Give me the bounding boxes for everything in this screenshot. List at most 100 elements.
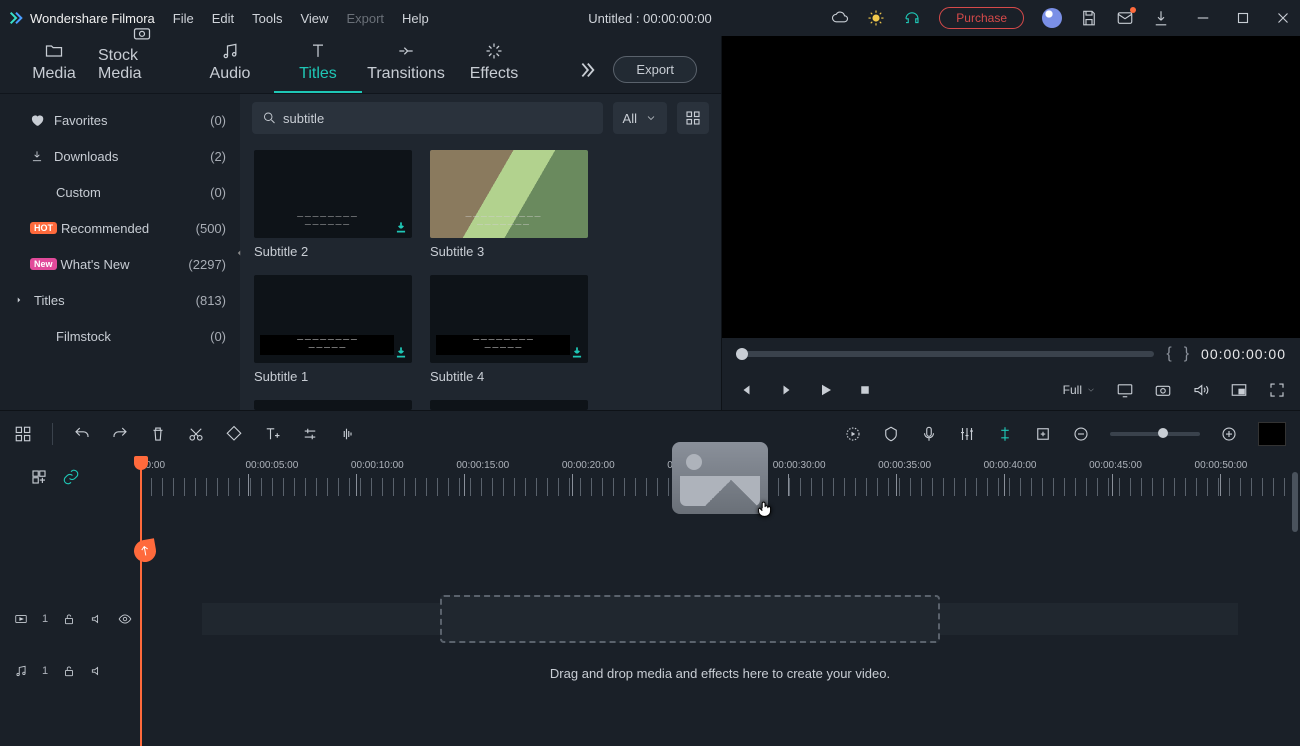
cut-icon[interactable] [187, 425, 205, 443]
save-icon[interactable] [1080, 9, 1098, 27]
fullscreen-icon[interactable] [1268, 381, 1286, 399]
display-icon[interactable] [1116, 381, 1134, 399]
mark-out-icon[interactable]: } [1184, 345, 1189, 363]
tag-icon[interactable] [225, 425, 243, 443]
sidebar-item-downloads[interactable]: Downloads (2) [0, 138, 240, 174]
menu-help[interactable]: Help [402, 11, 429, 26]
scrub-thumb[interactable] [736, 348, 748, 360]
mark-in-icon[interactable]: { [1166, 345, 1171, 363]
preview-pane: { } 00:00:00:00 Full [722, 36, 1300, 410]
timeline: 00:0000:00:05:0000:00:10:0000:00:15:0000… [0, 456, 1300, 728]
waveform-icon[interactable] [339, 425, 357, 443]
menu-edit[interactable]: Edit [212, 11, 234, 26]
playhead[interactable] [140, 456, 142, 746]
avatar-icon[interactable] [1042, 8, 1062, 28]
stop-icon[interactable] [856, 381, 874, 399]
video-track[interactable]: 1 [0, 588, 1300, 650]
undo-icon[interactable] [73, 425, 91, 443]
sidebar-item-favorites[interactable]: Favorites (0) [0, 102, 240, 138]
snapshot-icon[interactable] [1154, 381, 1172, 399]
step-back-icon[interactable] [776, 381, 794, 399]
layout-icon[interactable] [14, 425, 32, 443]
crop-icon[interactable] [1034, 425, 1052, 443]
title-thumb[interactable]: — — — — — — — —— — — — — — Subtitle 2 [254, 150, 412, 259]
search-input[interactable] [283, 111, 593, 126]
download-icon[interactable] [1152, 9, 1170, 27]
mixer-icon[interactable] [958, 425, 976, 443]
sidebar-item-custom[interactable]: Custom (0) [0, 174, 240, 210]
minimize-icon[interactable] [1194, 9, 1212, 27]
menu-tools[interactable]: Tools [252, 11, 282, 26]
quality-dropdown[interactable]: Full [1063, 383, 1096, 397]
drop-target[interactable] [440, 595, 940, 643]
mail-icon[interactable] [1116, 9, 1134, 27]
zoom-slider[interactable] [1110, 432, 1200, 436]
thumb-preview-text: — — — — — — — —— — — — — [260, 335, 394, 355]
sidebar-item-titles[interactable]: Titles (813) [0, 282, 240, 318]
volume-icon[interactable] [1192, 381, 1210, 399]
ruler-label: 00:00:20:00 [562, 460, 667, 471]
tab-stock[interactable]: Stock Media [98, 23, 186, 93]
title-thumb[interactable]: — — — — — — — —— — — — — Subtitle 1 [254, 275, 412, 384]
tabs-more-icon[interactable] [575, 59, 597, 81]
play-icon[interactable] [816, 381, 834, 399]
pip-icon[interactable] [1230, 381, 1248, 399]
visibility-icon[interactable] [118, 612, 132, 626]
zoom-out-icon[interactable] [1072, 425, 1090, 443]
export-button[interactable]: Export [613, 56, 697, 83]
scrub-slider[interactable] [736, 351, 1154, 357]
add-track-icon[interactable] [30, 468, 48, 486]
hot-badge: HOT [30, 222, 57, 234]
preview-bg-swatch[interactable] [1258, 422, 1286, 446]
headset-icon[interactable] [903, 9, 921, 27]
tab-effects[interactable]: Effects [450, 41, 538, 93]
redo-icon[interactable] [111, 425, 129, 443]
title-thumb[interactable]: — — — — — — — — — —— — — — — — — Subtitl… [430, 150, 588, 259]
title-thumb[interactable] [254, 400, 412, 410]
hand-cursor-icon [754, 498, 776, 520]
add-text-icon[interactable] [263, 425, 281, 443]
mic-icon[interactable] [920, 425, 938, 443]
delete-icon[interactable] [149, 425, 167, 443]
cloud-icon[interactable] [831, 9, 849, 27]
search-box[interactable] [252, 102, 603, 134]
ruler-label: 00:00:35:00 [878, 460, 983, 471]
mute-icon[interactable] [90, 612, 104, 626]
mute-icon[interactable] [90, 664, 104, 678]
close-icon[interactable] [1274, 9, 1292, 27]
link-icon[interactable] [62, 468, 80, 486]
tab-audio[interactable]: Audio [186, 41, 274, 93]
menu-view[interactable]: View [300, 11, 328, 26]
collapse-sidebar-icon[interactable] [234, 242, 244, 264]
purchase-button[interactable]: Purchase [939, 7, 1024, 29]
tab-transitions[interactable]: Transitions [362, 41, 450, 93]
vertical-scrollbar[interactable] [1292, 472, 1298, 532]
preview-canvas[interactable] [722, 36, 1300, 338]
sidebar-item-whatsnew[interactable]: New What's New (2297) [0, 246, 240, 282]
tip-icon[interactable] [867, 9, 885, 27]
prev-frame-icon[interactable] [736, 381, 754, 399]
video-track-icon [14, 612, 28, 626]
sidebar-item-recommended[interactable]: HOT Recommended (500) [0, 210, 240, 246]
tab-titles[interactable]: Titles [274, 41, 362, 93]
project-title: Untitled : 00:00:00:00 [588, 11, 712, 26]
filter-dropdown[interactable]: All [613, 102, 667, 134]
sidebar-item-filmstock[interactable]: Filmstock (0) [0, 318, 240, 354]
download-small-icon [30, 149, 44, 163]
marker-icon[interactable] [882, 425, 900, 443]
tab-audio-label: Audio [210, 65, 251, 83]
render-icon[interactable] [844, 425, 862, 443]
filter-label: All [623, 111, 637, 126]
lock-icon[interactable] [62, 612, 76, 626]
ruler-label: 00:00:30:00 [773, 460, 878, 471]
title-thumb[interactable]: — — — — — — — —— — — — — Subtitle 4 [430, 275, 588, 384]
adjust-icon[interactable] [301, 425, 319, 443]
tab-media[interactable]: Media [10, 41, 98, 93]
split-icon[interactable] [996, 425, 1014, 443]
maximize-icon[interactable] [1234, 9, 1252, 27]
grid-view-button[interactable] [677, 102, 709, 134]
title-thumb[interactable] [430, 400, 588, 410]
zoom-thumb[interactable] [1158, 428, 1168, 438]
lock-icon[interactable] [62, 664, 76, 678]
zoom-in-icon[interactable] [1220, 425, 1238, 443]
